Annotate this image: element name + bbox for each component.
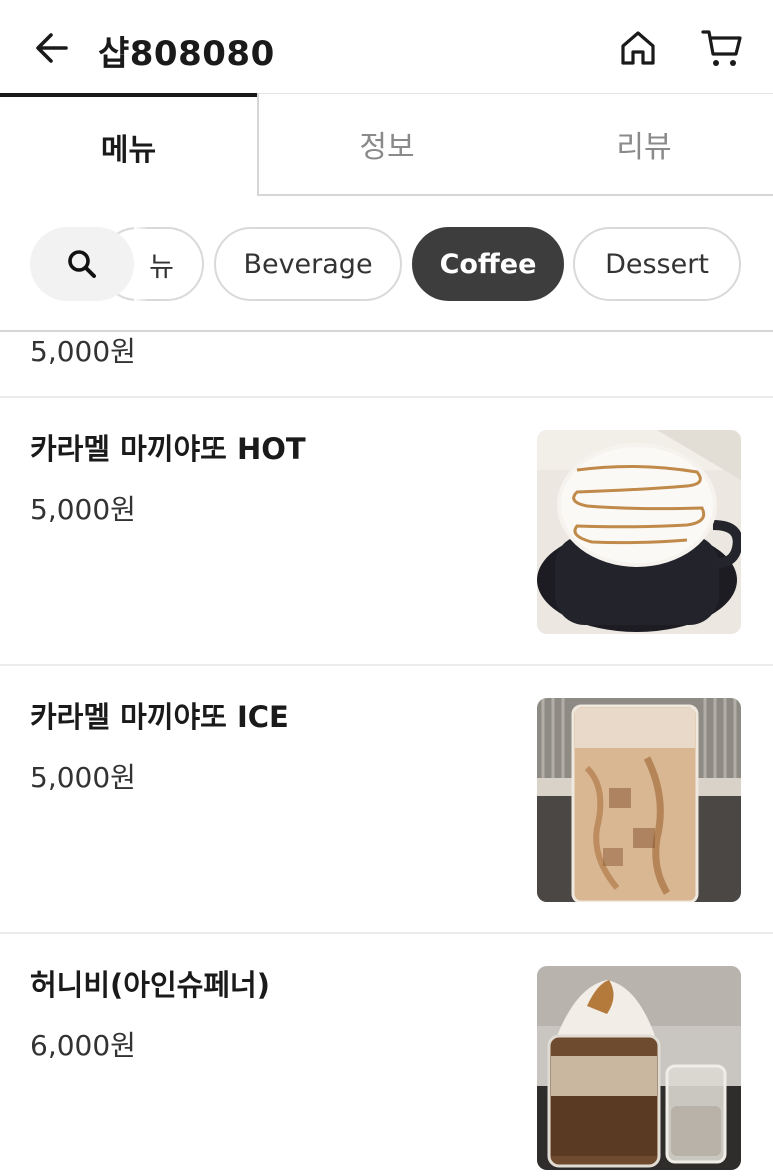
category-chip-bar: 뉴 Beverage Coffee Dessert: [0, 196, 773, 332]
tab-menu[interactable]: 메뉴: [0, 93, 257, 196]
menu-item[interactable]: 카라멜 마끼야또 ICE 5,000원: [0, 666, 773, 934]
home-button[interactable]: [614, 24, 662, 72]
honeybee-einspanner-photo: [537, 966, 741, 1170]
cart-button[interactable]: [696, 24, 748, 72]
item-name: 카라멜 마끼야또 HOT: [30, 432, 306, 466]
cart-icon: [701, 30, 742, 66]
list-item-partial[interactable]: 5,000원: [0, 332, 773, 398]
search-icon: [68, 250, 96, 278]
item-name: 허니비(아인슈페너): [30, 968, 270, 1002]
item-name: 카라멜 마끼야또 ICE: [30, 700, 289, 734]
back-button[interactable]: [28, 24, 76, 72]
chip-fade: [134, 227, 148, 301]
item-price: 5,000원: [30, 335, 136, 368]
caramel-macchiato-hot-photo: [537, 430, 741, 634]
tab-bar: 메뉴 정보 리뷰: [0, 93, 773, 196]
tab-info[interactable]: 정보: [257, 93, 515, 196]
header: 샵808080: [0, 0, 773, 96]
menu-item[interactable]: 허니비(아인슈페너) 6,000원: [0, 934, 773, 1176]
item-price: 6,000원: [30, 1029, 136, 1062]
arrow-left-icon: [36, 33, 68, 63]
tab-review[interactable]: 리뷰: [515, 93, 773, 196]
menu-item[interactable]: 카라멜 마끼야또 HOT 5,000원: [0, 398, 773, 666]
caramel-macchiato-ice-photo: [537, 698, 741, 902]
item-price: 5,000원: [30, 493, 136, 526]
category-chip-coffee[interactable]: Coffee: [412, 227, 564, 301]
search-button[interactable]: [30, 227, 134, 301]
category-chip-beverage[interactable]: Beverage: [214, 227, 402, 301]
menu-list: 5,000원 카라멜 마끼야또 HOT 5,000원 카라멜 마끼야또 ICE …: [0, 332, 773, 1176]
shop-title: 샵808080: [98, 34, 275, 74]
home-icon: [621, 31, 655, 65]
category-chip-dessert[interactable]: Dessert: [573, 227, 741, 301]
item-price: 5,000원: [30, 761, 136, 794]
